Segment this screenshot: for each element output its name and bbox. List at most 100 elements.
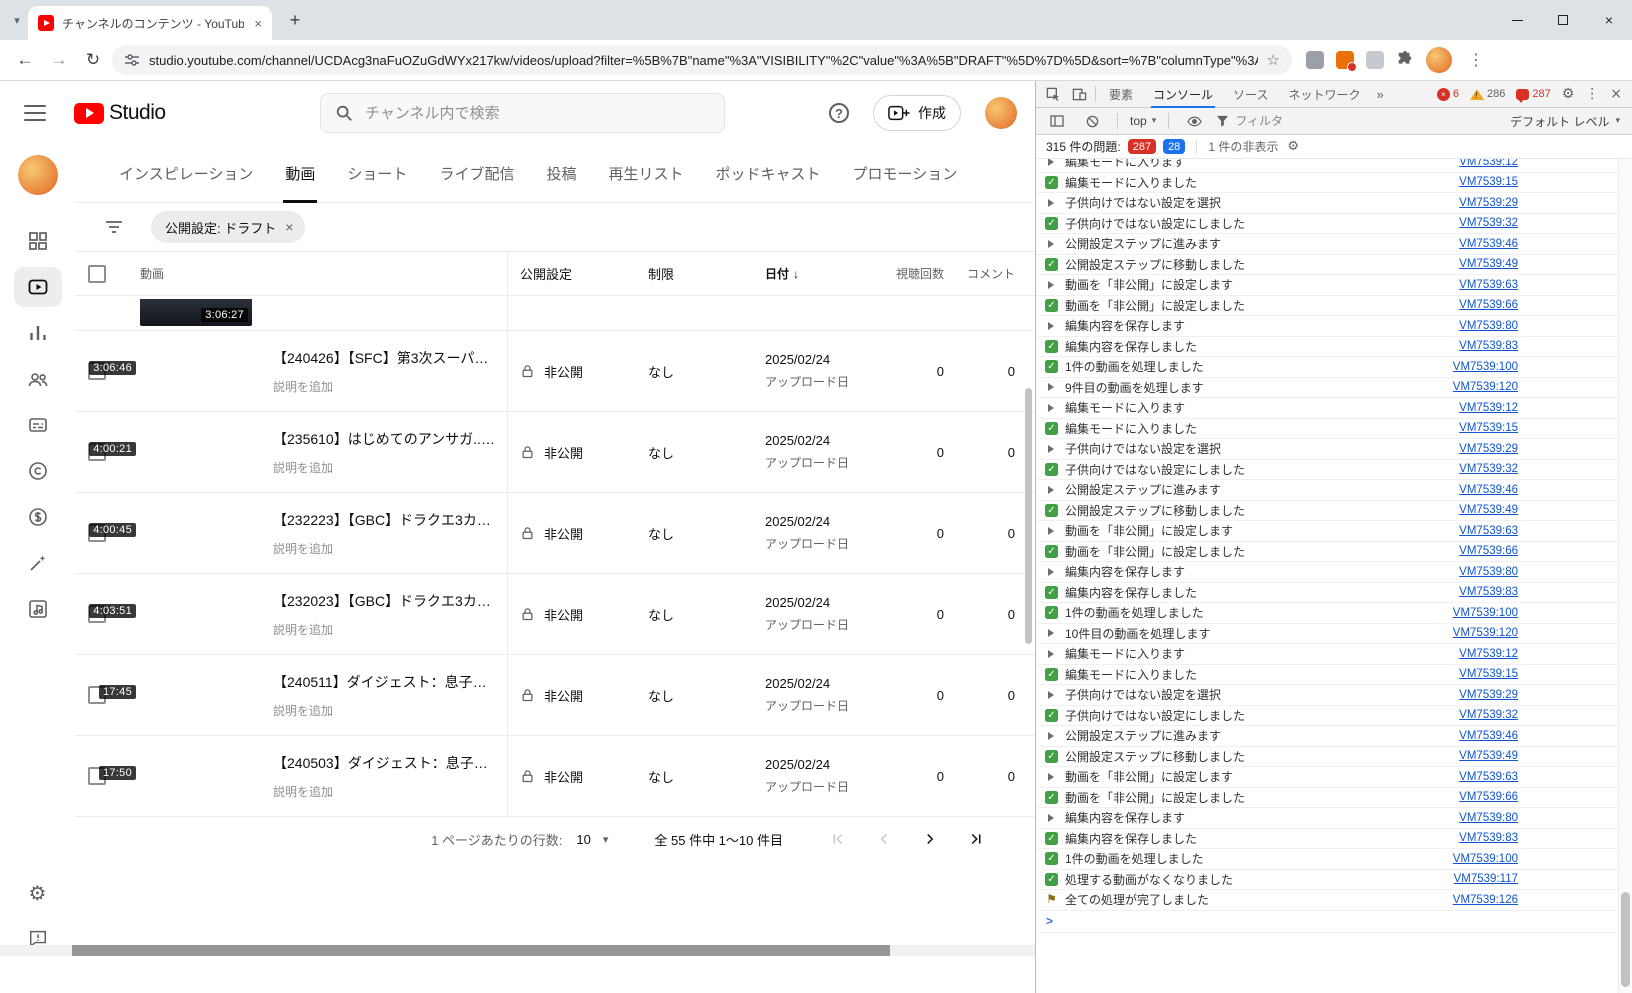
log-icon[interactable] <box>1045 688 1058 701</box>
devtools-menu-icon[interactable]: ⋮ <box>1585 86 1599 102</box>
log-icon[interactable] <box>1045 524 1058 537</box>
log-icon[interactable] <box>1045 381 1058 394</box>
video-description-add[interactable]: 説明を追加 <box>273 783 507 800</box>
log-icon[interactable] <box>1045 360 1058 373</box>
more-tabs-icon[interactable]: » <box>1370 87 1389 102</box>
bookmark-star-icon[interactable]: ☆ <box>1267 51 1280 69</box>
console-message[interactable]: 1件の動画を処理しました VM7539:100 <box>1036 603 1618 624</box>
log-icon[interactable] <box>1045 463 1058 476</box>
log-icon[interactable] <box>1045 709 1058 722</box>
video-description-add[interactable]: 説明を追加 <box>273 540 507 557</box>
issues-settings-icon[interactable]: ⚙ <box>1287 139 1299 154</box>
log-icon[interactable] <box>1045 401 1058 414</box>
log-icon[interactable] <box>1045 299 1058 312</box>
log-icon[interactable] <box>1045 278 1058 291</box>
header-visibility[interactable]: 公開設定 <box>507 252 647 295</box>
console-filter-input[interactable] <box>1235 114 1465 128</box>
log-icon[interactable] <box>1045 852 1058 865</box>
omnibox[interactable]: ☆ <box>112 45 1292 75</box>
browser-tab[interactable]: チャンネルのコンテンツ - YouTube S × <box>28 6 272 40</box>
console-message[interactable]: 子供向けではない設定を選択 VM7539:29 <box>1036 439 1618 460</box>
source-link[interactable]: VM7539:100 <box>1453 361 1518 373</box>
console-message[interactable]: 子供向けではない設定を選択 VM7539:29 <box>1036 193 1618 214</box>
tab-search-chevron-icon[interactable]: ▾ <box>6 14 28 27</box>
visibility-value[interactable]: 非公開 <box>544 362 583 381</box>
log-icon[interactable] <box>1045 729 1058 742</box>
rows-per-page-select[interactable]: 10 ▾ <box>576 832 608 847</box>
console-scrollbar-thumb[interactable] <box>1621 892 1630 987</box>
source-link[interactable]: VM7539:49 <box>1459 750 1518 762</box>
header-restrictions[interactable]: 制限 <box>647 264 764 283</box>
devtools-tab[interactable]: コンソール <box>1143 81 1223 108</box>
source-link[interactable]: VM7539:66 <box>1459 299 1518 311</box>
settings-gear-icon[interactable]: ⚙ <box>29 881 47 905</box>
horizontal-scrollbar-thumb[interactable] <box>72 945 890 956</box>
sidebar-item-earn[interactable] <box>14 497 62 537</box>
console-message[interactable]: 10件目の動画を処理します VM7539:120 <box>1036 624 1618 645</box>
tab-close-icon[interactable]: × <box>252 16 264 31</box>
visibility-value[interactable]: 非公開 <box>544 686 583 705</box>
content-tab[interactable]: インスピレーション <box>103 145 269 202</box>
extensions-puzzle-icon[interactable] <box>1396 51 1414 69</box>
log-icon[interactable] <box>1045 422 1058 435</box>
browser-menu-icon[interactable]: ⋮ <box>1464 50 1488 70</box>
extension-icon-1[interactable] <box>1306 51 1324 69</box>
sidebar-item-customization[interactable] <box>14 543 62 583</box>
source-link[interactable]: VM7539:80 <box>1459 566 1518 578</box>
devtools-tab[interactable]: 要素 <box>1099 81 1143 108</box>
source-link[interactable]: VM7539:49 <box>1459 258 1518 270</box>
close-button[interactable]: × <box>1586 0 1632 40</box>
reload-button[interactable]: ↻ <box>78 45 108 75</box>
visibility-value[interactable]: 非公開 <box>544 605 583 624</box>
source-link[interactable]: VM7539:12 <box>1459 402 1518 414</box>
inspect-element-icon[interactable] <box>1040 82 1066 106</box>
video-title[interactable]: 【232223】【GBC】ドラクエ3カジュ... <box>273 510 507 530</box>
live-expression-eye-icon[interactable] <box>1181 109 1207 133</box>
clear-console-icon[interactable] <box>1079 109 1105 133</box>
devtools-close-icon[interactable]: × <box>1610 86 1622 102</box>
log-icon[interactable] <box>1045 627 1058 640</box>
log-icon[interactable] <box>1045 483 1058 496</box>
video-description-add[interactable]: 説明を追加 <box>273 702 507 719</box>
context-selector[interactable]: top ▾ <box>1130 114 1156 128</box>
console-message[interactable]: 公開設定ステップに移動しました VM7539:49 <box>1036 255 1618 276</box>
video-title[interactable]: 【240511】ダイジェスト：息子に強... <box>273 672 507 692</box>
source-link[interactable]: VM7539:80 <box>1459 320 1518 332</box>
source-link[interactable]: VM7539:63 <box>1459 279 1518 291</box>
source-link[interactable]: VM7539:15 <box>1459 422 1518 434</box>
video-row[interactable]: 17:50 【240503】ダイジェスト：息子と遊... 説明を追加 非公開 な… <box>75 736 1035 817</box>
log-icon[interactable] <box>1045 217 1058 230</box>
source-link[interactable]: VM7539:100 <box>1453 607 1518 619</box>
source-link[interactable]: VM7539:83 <box>1459 340 1518 352</box>
source-link[interactable]: VM7539:29 <box>1459 689 1518 701</box>
source-link[interactable]: VM7539:29 <box>1459 443 1518 455</box>
content-tab[interactable]: 動画 <box>269 145 331 202</box>
source-link[interactable]: VM7539:12 <box>1459 159 1518 168</box>
account-avatar[interactable] <box>985 97 1017 129</box>
log-icon[interactable] <box>1045 791 1058 804</box>
video-description-add[interactable]: 説明を追加 <box>273 378 507 395</box>
video-title[interactable]: 【232023】【GBC】ドラクエ3カジュ... <box>273 591 507 611</box>
source-link[interactable]: VM7539:80 <box>1459 812 1518 824</box>
source-link[interactable]: VM7539:32 <box>1459 709 1518 721</box>
log-icon[interactable] <box>1045 647 1058 660</box>
console-message[interactable]: 1件の動画を処理しました VM7539:100 <box>1036 357 1618 378</box>
console-message[interactable]: 編集内容を保存します VM7539:80 <box>1036 562 1618 583</box>
next-page-button[interactable] <box>921 830 939 848</box>
hamburger-menu-icon[interactable] <box>24 105 46 121</box>
channel-avatar[interactable] <box>18 155 58 195</box>
video-title[interactable]: 【235610】はじめてのアンサガ...ロ... <box>273 429 507 449</box>
console-message[interactable]: 編集モードに入りました VM7539:15 <box>1036 419 1618 440</box>
error-count-badge[interactable]: ×6 <box>1437 88 1459 101</box>
source-link[interactable]: VM7539:117 <box>1454 873 1518 885</box>
console-message[interactable]: 処理する動画がなくなりました VM7539:117 <box>1036 870 1618 891</box>
log-icon[interactable] <box>1045 893 1058 906</box>
source-link[interactable]: VM7539:46 <box>1459 238 1518 250</box>
log-icon[interactable] <box>1045 196 1058 209</box>
video-row[interactable]: 4:00:21 【235610】はじめてのアンサガ...ロ... 説明を追加 非… <box>75 412 1035 493</box>
source-link[interactable]: VM7539:66 <box>1459 545 1518 557</box>
extension-icon-3[interactable] <box>1366 51 1384 69</box>
console-message[interactable]: 動画を「非公開」に設定します VM7539:63 <box>1036 767 1618 788</box>
issues-count-badge[interactable]: 287 <box>1516 88 1550 100</box>
console-sidebar-icon[interactable] <box>1044 109 1070 133</box>
